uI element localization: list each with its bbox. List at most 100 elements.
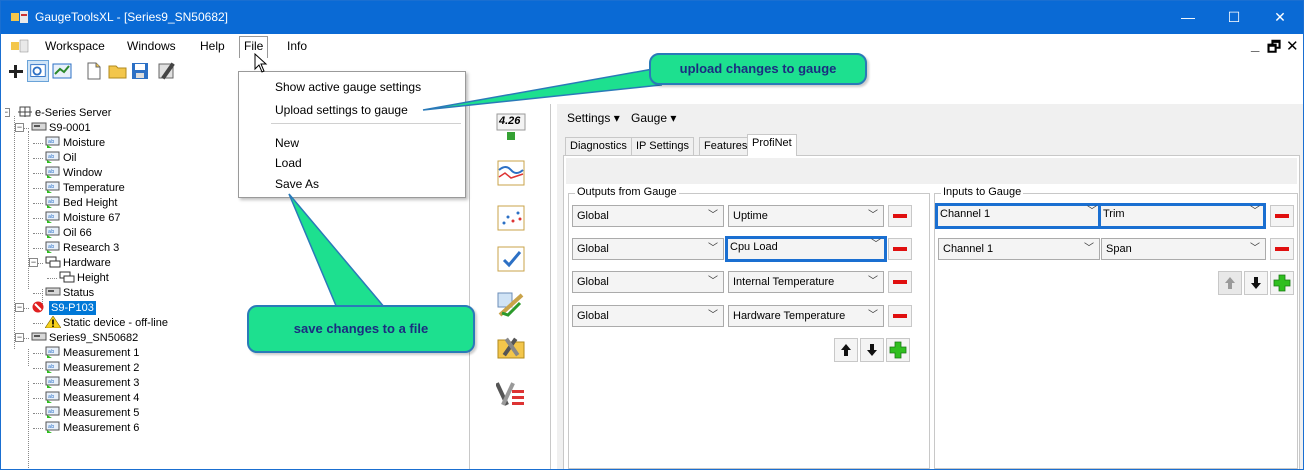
scatter-chart-icon[interactable] — [496, 203, 526, 233]
tree-item[interactable]: ab Measurement 6 — [45, 421, 139, 435]
tree-collapse-toggle[interactable]: − — [15, 123, 24, 132]
tree-item[interactable]: e-Series Server — [17, 106, 111, 120]
remove-input-button-1[interactable] — [1270, 205, 1294, 227]
output-source-select-3[interactable]: Global ﹀ — [572, 271, 724, 293]
mdi-child-icon[interactable] — [11, 39, 29, 53]
tree-item[interactable]: Static device - off-line — [45, 316, 168, 330]
configure-list-icon[interactable] — [496, 380, 526, 410]
tab-ip-settings[interactable]: IP Settings — [631, 137, 694, 155]
mdi-minimize-button[interactable]: _ — [1251, 37, 1259, 54]
device-icon — [45, 286, 63, 300]
mdi-close-button[interactable]: ✕ — [1286, 37, 1299, 55]
tree-item[interactable]: Hardware — [45, 256, 111, 270]
output-value-select-2[interactable]: Cpu Load ﹀ — [725, 236, 887, 262]
tools-icon[interactable] — [156, 60, 178, 82]
server-icon — [17, 106, 35, 120]
measurement-icon: ab — [45, 346, 63, 360]
gauge-view-icon[interactable] — [27, 60, 49, 82]
tab-diagnostics[interactable]: Diagnostics — [565, 137, 632, 155]
tree-item[interactable]: ab Measurement 1 — [45, 346, 139, 360]
move-down-button[interactable] — [860, 338, 884, 362]
calibrate-icon[interactable] — [496, 289, 526, 319]
add-input-button[interactable] — [1270, 271, 1294, 295]
remove-output-button-1[interactable] — [888, 205, 912, 227]
output-source-select-2[interactable]: Global ﹀ — [572, 238, 724, 260]
tree-item-label: Series9_SN50682 — [49, 332, 139, 344]
tree-item[interactable]: ab Moisture 67 — [45, 211, 120, 225]
input-value-select-2[interactable]: Span ﹀ — [1101, 238, 1266, 260]
tree-item[interactable]: ab Oil 66 — [45, 226, 92, 240]
move-up-button[interactable] — [834, 338, 858, 362]
open-folder-icon[interactable] — [107, 60, 129, 82]
close-button[interactable]: ✕ — [1257, 1, 1303, 34]
settings-folder-icon[interactable] — [496, 332, 526, 362]
svg-text:ab: ab — [48, 139, 54, 145]
tab-features[interactable]: Features — [699, 137, 753, 155]
output-value-select-1[interactable]: Uptime ﹀ — [728, 205, 884, 227]
tree-item[interactable]: ab Bed Height — [45, 196, 117, 210]
menu-new[interactable]: New — [275, 136, 299, 150]
hardware-icon — [45, 256, 63, 270]
output-source-value: Global — [577, 243, 609, 255]
tree-item[interactable]: ab Measurement 3 — [45, 376, 139, 390]
add-output-button[interactable] — [886, 338, 910, 362]
svg-text:ab: ab — [48, 379, 54, 385]
move-down-button[interactable] — [1244, 271, 1268, 295]
menu-workspace[interactable]: Workspace — [41, 38, 109, 56]
profinet-tab-panel: Outputs from Gauge Global ﹀ Uptime ﹀ Globa… — [563, 155, 1300, 469]
title-bar[interactable]: GaugeToolsXL - [Series9_SN50682] — ☐ ✕ — [1, 1, 1303, 34]
tree-item[interactable]: ab Research 3 — [45, 241, 119, 255]
output-source-select-1[interactable]: Global ﹀ — [572, 205, 724, 227]
save-icon[interactable] — [129, 60, 151, 82]
tab-profinet[interactable]: ProfiNet — [747, 134, 797, 156]
tree-item[interactable]: ab Measurement 2 — [45, 361, 139, 375]
tree-item[interactable]: ab Oil — [45, 151, 76, 165]
output-value: Internal Temperature — [733, 276, 835, 288]
check-chart-icon[interactable] — [496, 244, 526, 274]
input-source-select-1[interactable]: Channel 1 ﹀ — [935, 203, 1103, 229]
tree-item[interactable]: Status — [45, 286, 94, 300]
chart-view-icon[interactable] — [51, 60, 73, 82]
output-value-select-3[interactable]: Internal Temperature ﹀ — [728, 271, 884, 293]
tree-item[interactable]: ab Measurement 4 — [45, 391, 139, 405]
remove-output-button-4[interactable] — [888, 305, 912, 327]
tree-collapse-toggle[interactable]: − — [29, 258, 38, 267]
measurement-icon: ab — [45, 226, 63, 240]
tree-item[interactable]: ab Measurement 5 — [45, 406, 139, 420]
menu-upload-settings[interactable]: Upload settings to gauge — [275, 103, 408, 117]
tree-collapse-toggle[interactable]: − — [15, 333, 24, 342]
new-file-icon[interactable] — [83, 60, 105, 82]
tree-item[interactable]: Height — [59, 271, 109, 285]
tree-collapse-toggle[interactable]: − — [5, 108, 10, 117]
menu-info[interactable]: Info — [283, 38, 311, 56]
measurement-icon: ab — [45, 196, 63, 210]
move-up-button-disabled[interactable] — [1218, 271, 1242, 295]
save-callout: save changes to a file — [247, 305, 475, 353]
tree-item[interactable]: Series9_SN50682 — [31, 331, 138, 345]
tree-item[interactable]: ab Moisture — [45, 136, 105, 150]
maximize-button[interactable]: ☐ — [1211, 1, 1257, 34]
tree-item[interactable]: S9-0001 — [31, 121, 91, 135]
trend-chart-icon[interactable] — [496, 158, 526, 188]
output-value-select-4[interactable]: Hardware Temperature ﹀ — [728, 305, 884, 327]
remove-output-button-2[interactable] — [888, 238, 912, 260]
minimize-button[interactable]: — — [1165, 1, 1211, 34]
remove-output-button-3[interactable] — [888, 271, 912, 293]
tree-item-label: S9-0001 — [49, 122, 91, 134]
menu-help[interactable]: Help — [196, 38, 229, 56]
pin-icon[interactable] — [5, 60, 27, 82]
remove-input-button-2[interactable] — [1270, 238, 1294, 260]
tree-item[interactable]: ab Window — [45, 166, 102, 180]
output-source-select-4[interactable]: Global ﹀ — [572, 305, 724, 327]
tree-item[interactable]: S9-P103 — [31, 301, 96, 315]
menu-windows[interactable]: Windows — [123, 38, 180, 56]
menu-show-active-gauge-settings[interactable]: Show active gauge settings — [275, 80, 421, 94]
inputs-group: Inputs to Gauge Channel 1 ﹀ Trim ﹀ Channel… — [934, 186, 1298, 469]
input-source-select-2[interactable]: Channel 1 ﹀ — [938, 238, 1100, 260]
tree-guide-line — [14, 116, 15, 349]
input-value-select-1[interactable]: Trim ﹀ — [1098, 203, 1266, 229]
tree-item[interactable]: ab Temperature — [45, 181, 125, 195]
output-source-value: Global — [577, 210, 609, 222]
menu-load[interactable]: Load — [275, 156, 302, 170]
tree-collapse-toggle[interactable]: − — [15, 303, 24, 312]
